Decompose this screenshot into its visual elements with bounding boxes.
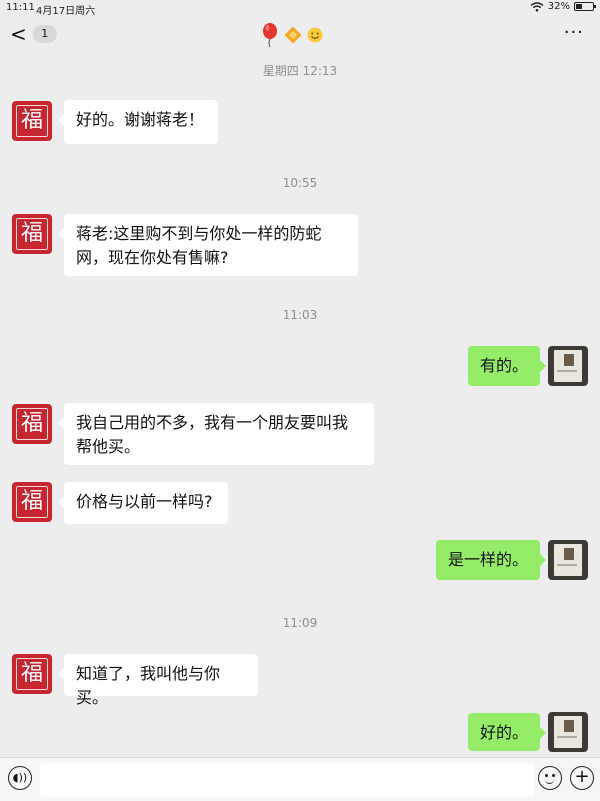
contact-avatar[interactable]: 福 [12, 482, 52, 522]
message-bubble[interactable]: 我自己用的不多，我有一个朋友要叫我帮他买。 [58, 403, 374, 465]
message-bubble[interactable]: 有的。 [468, 346, 546, 386]
contact-avatar[interactable]: 福 [12, 404, 52, 444]
message-bubble[interactable]: 好的。谢谢蒋老！ [58, 100, 218, 144]
user-avatar[interactable] [548, 346, 588, 386]
status-right: 32% [530, 1, 596, 12]
message-bubble[interactable]: 是一样的。 [436, 540, 546, 580]
chat-timestamp: 星期四 12:13 [262, 64, 338, 78]
message-bubble[interactable]: 好的。 [468, 713, 546, 751]
emoji-button[interactable] [538, 766, 562, 790]
voice-icon: ◖)) [12, 771, 28, 784]
status-date: 4月17日周六 [36, 6, 96, 17]
fu-logo: 福 [20, 221, 43, 246]
battery-icon [574, 2, 596, 11]
diamond-icon [284, 26, 302, 44]
fu-logo: 福 [20, 108, 43, 133]
contact-avatar[interactable]: 福 [12, 101, 52, 141]
chat-header: < 1 ··· [0, 16, 600, 56]
balloon-icon [263, 23, 277, 48]
fu-logo: 福 [20, 489, 43, 514]
user-avatar[interactable] [548, 712, 588, 752]
emoji-icon [545, 774, 548, 777]
message-bubble[interactable]: 价格与以前一样吗? [58, 482, 228, 524]
plus-button[interactable]: + [570, 766, 594, 790]
message-input-bar: ◖)) + [0, 757, 600, 801]
smiley-icon [307, 27, 323, 43]
chevron-left-icon: < [10, 22, 27, 46]
status-time: 11:11 [6, 2, 35, 13]
fu-logo: 福 [20, 411, 43, 436]
contact-avatar[interactable]: 福 [12, 654, 52, 694]
more-options-button[interactable]: ··· [564, 22, 584, 43]
contact-avatar[interactable]: 福 [12, 214, 52, 254]
user-avatar[interactable] [548, 540, 588, 580]
voice-button[interactable]: ◖)) [8, 766, 32, 790]
wifi-icon [530, 1, 544, 12]
message-input[interactable] [40, 763, 534, 797]
status-bar: 11:11 4月17日周六 32% [0, 0, 600, 17]
chat-title [260, 22, 324, 48]
battery-percent: 32% [547, 1, 570, 12]
fu-logo: 福 [20, 661, 43, 686]
message-bubble[interactable]: 知道了，我叫他与你买。 [58, 654, 258, 707]
plus-icon: + [574, 766, 590, 787]
back-button[interactable]: < 1 [10, 24, 57, 44]
chat-timestamp: 10:55 [282, 176, 318, 190]
message-bubble[interactable]: 蒋老:这里购不到与你处一样的防蛇网，现在你处有售嘛? [58, 214, 358, 276]
unread-count-badge: 1 [32, 25, 57, 43]
chat-timestamp: 11:09 [282, 616, 318, 630]
chat-timestamp: 11:03 [282, 308, 318, 322]
